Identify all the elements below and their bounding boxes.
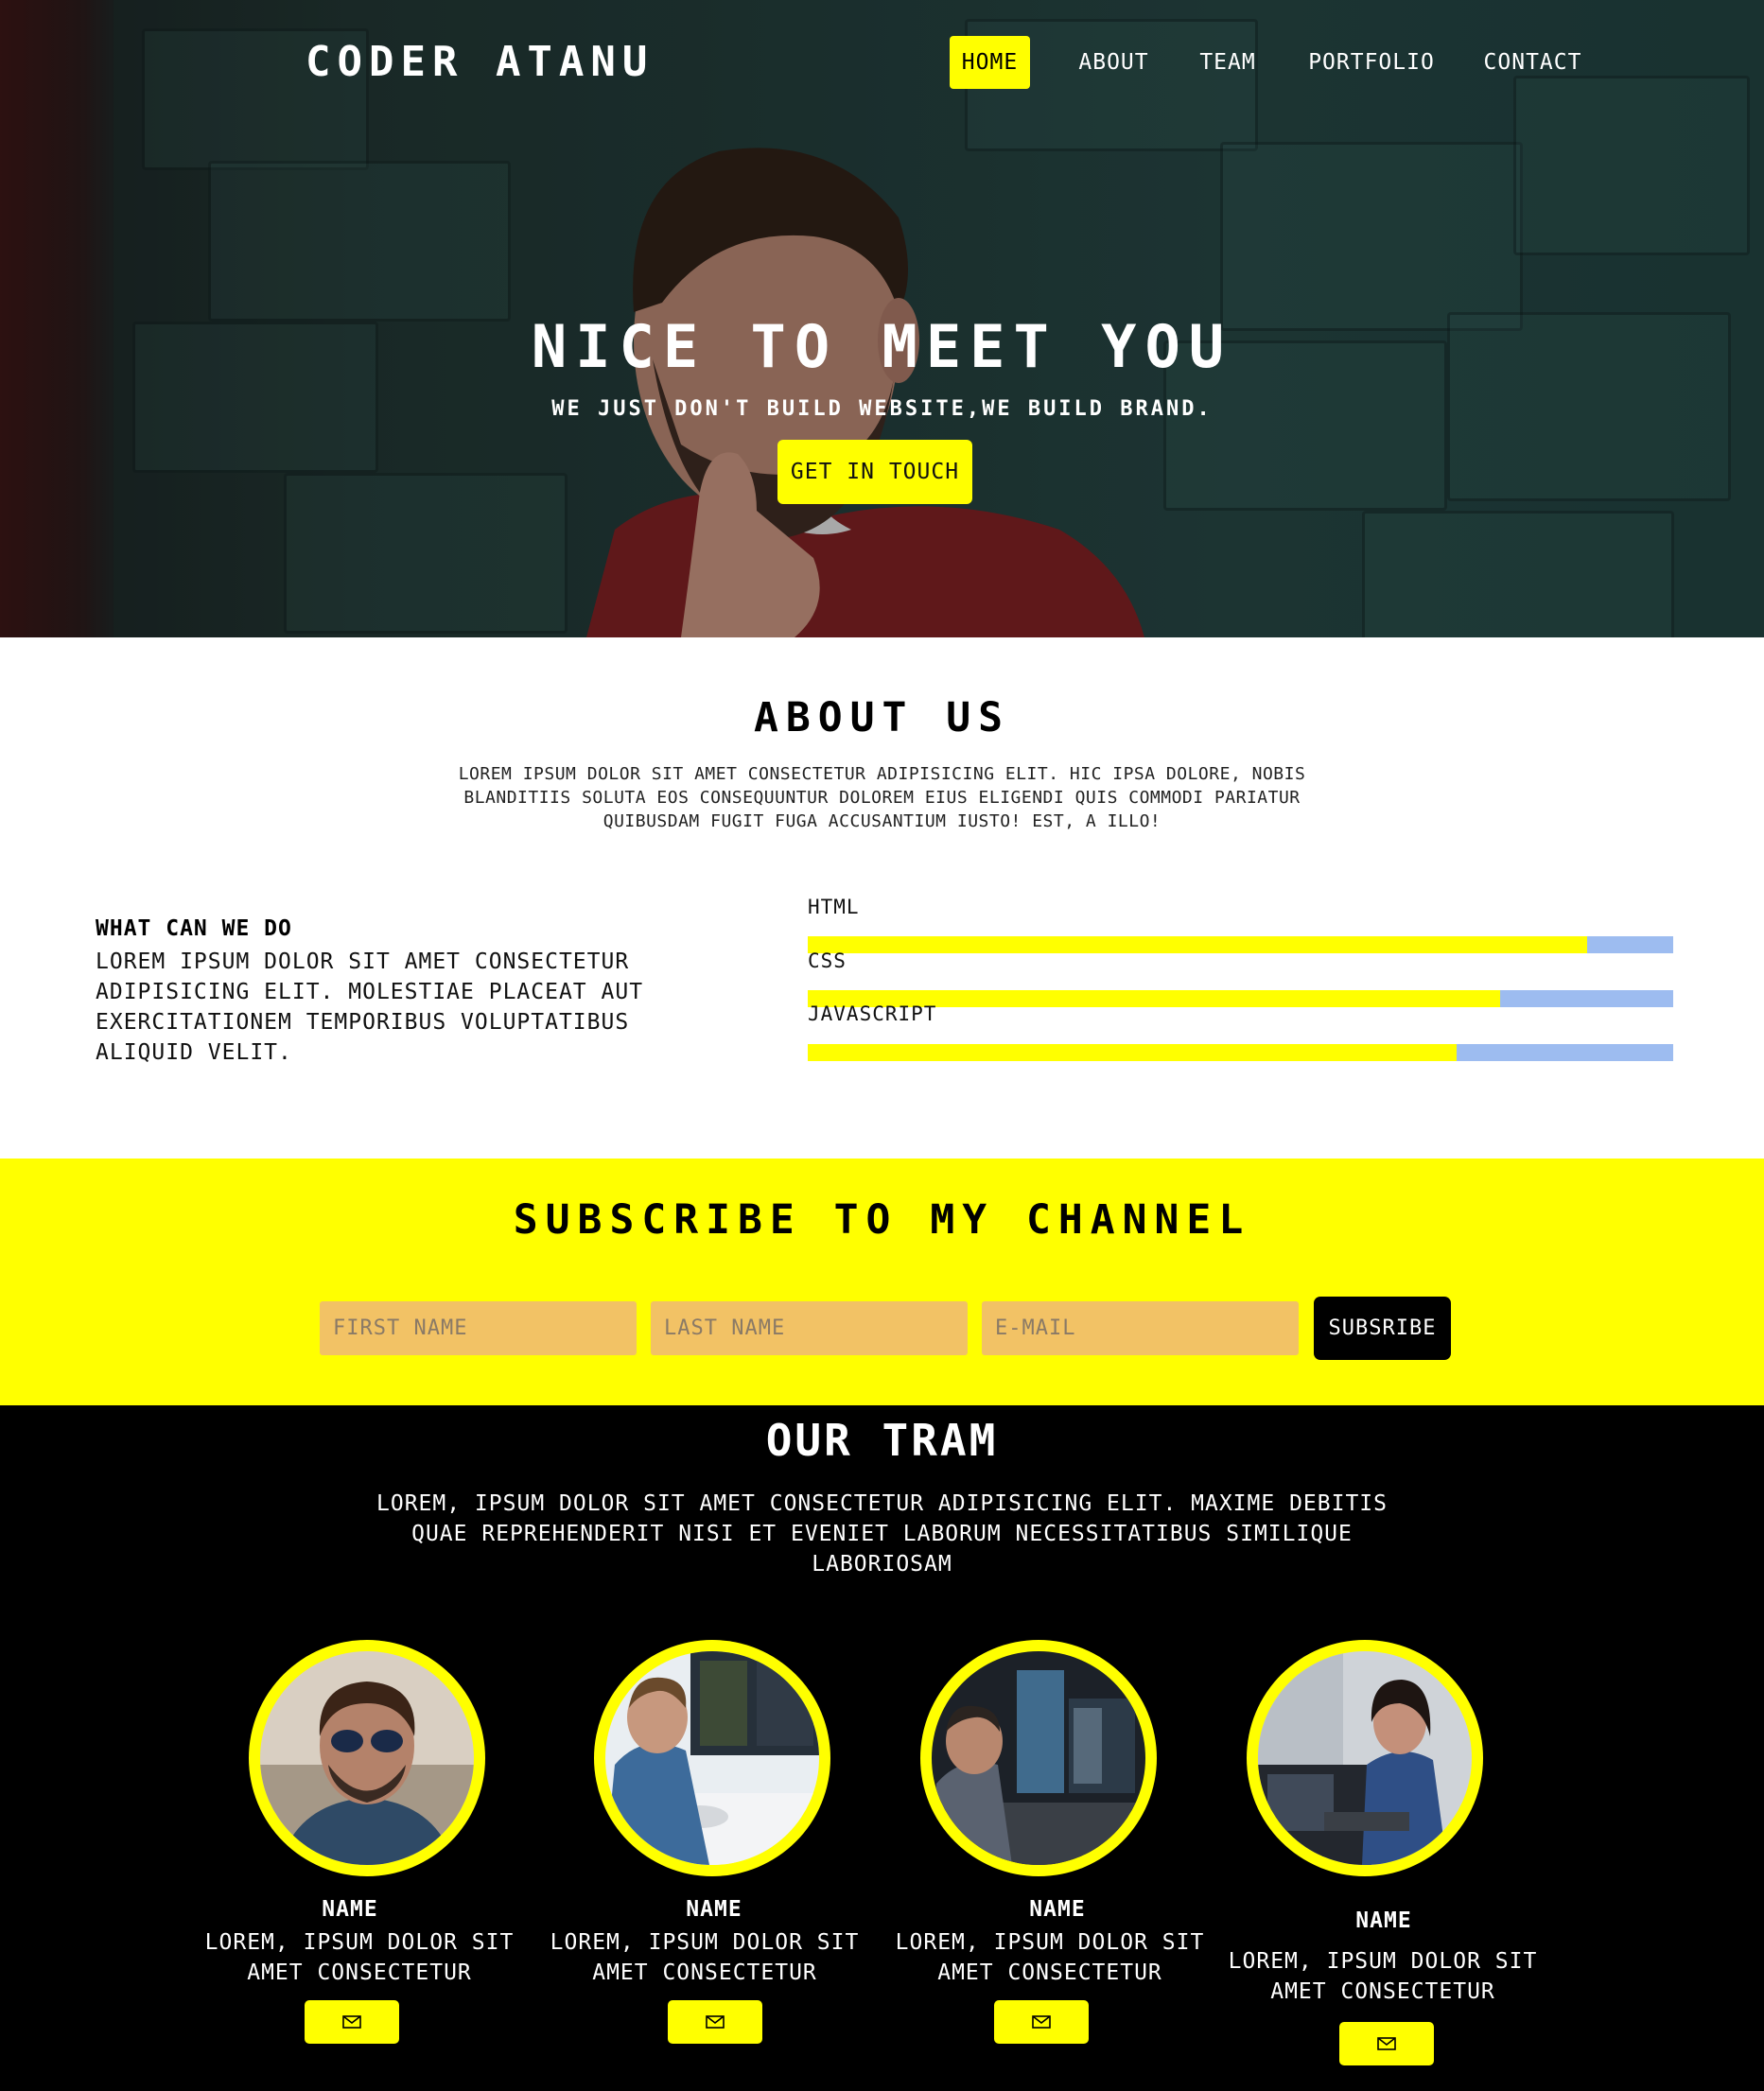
team-member-desc: LOREM, IPSUM DOLOR SIT AMET CONSECTETUR: [204, 1930, 515, 1985]
hero-title: NICE TO MEET YOU: [531, 312, 1233, 381]
nav-home[interactable]: HOME: [950, 36, 1030, 89]
team-member-avatar: [1247, 1640, 1483, 1876]
team-member-avatar: [249, 1640, 485, 1876]
team-member-avatar: [594, 1640, 830, 1876]
mail-icon: [342, 2015, 361, 2029]
about-title: ABOUT US: [753, 694, 1011, 741]
team-member-name: NAME: [1029, 1897, 1086, 1922]
team-member-name: NAME: [686, 1897, 742, 1922]
skill-bar-html: [808, 936, 1673, 953]
avatar: [932, 1651, 1145, 1865]
what-can-we-do-title: WHAT CAN WE DO: [96, 916, 292, 941]
team-title: OUR TRAM: [765, 1415, 999, 1466]
subscribe-title: SUBSCRIBE TO MY CHANNEL: [513, 1196, 1251, 1244]
team-member-desc: LOREM, IPSUM DOLOR SIT AMET CONSECTETUR: [550, 1930, 860, 1985]
hero-section: CODER ATANU HOME ABOUT TEAM PORTFOLIO CO…: [0, 0, 1764, 637]
nav-team[interactable]: TEAM: [1190, 36, 1266, 89]
team-member-desc: LOREM, IPSUM DOLOR SIT AMET CONSECTETUR: [1228, 1949, 1538, 2004]
email-input[interactable]: [982, 1301, 1299, 1355]
last-name-input[interactable]: [651, 1301, 968, 1355]
about-section: ABOUT US LOREM IPSUM DOLOR SIT AMET CONS…: [0, 637, 1764, 1159]
what-can-we-do-text: LOREM IPSUM DOLOR SIT AMET CONSECTETUR A…: [96, 950, 644, 1065]
team-member-name: NAME: [1355, 1908, 1412, 1933]
skill-label-html: HTML: [808, 896, 860, 918]
skill-label-css: CSS: [808, 950, 847, 972]
team-member-name: NAME: [322, 1897, 378, 1922]
skill-bar-css: [808, 990, 1673, 1007]
mail-icon: [1032, 2015, 1051, 2029]
avatar: [605, 1651, 819, 1865]
mail-button[interactable]: [668, 2000, 762, 2044]
skill-label-javascript: JAVASCRIPT: [808, 1002, 937, 1025]
first-name-input[interactable]: [320, 1301, 637, 1355]
avatar: [1258, 1651, 1472, 1865]
about-text: LOREM IPSUM DOLOR SIT AMET CONSECTETUR A…: [458, 764, 1306, 831]
skill-fill: [808, 936, 1587, 953]
mail-button[interactable]: [305, 2000, 399, 2044]
mail-button[interactable]: [994, 2000, 1089, 2044]
skill-bar-javascript: [808, 1044, 1673, 1061]
team-section: OUR TRAM LOREM, IPSUM DOLOR SIT AMET CON…: [0, 1405, 1764, 2091]
hero-subtitle: WE JUST DON'T BUILD WEBSITE,WE BUILD BRA…: [551, 397, 1213, 421]
nav-contact[interactable]: CONTACT: [1474, 36, 1592, 89]
nav-about[interactable]: ABOUT: [1069, 36, 1159, 89]
nav-portfolio[interactable]: PORTFOLIO: [1296, 36, 1447, 89]
subscribe-section: SUBSCRIBE TO MY CHANNEL SUBSRIBE: [0, 1159, 1764, 1405]
avatar: [260, 1651, 474, 1865]
mail-button[interactable]: [1339, 2022, 1434, 2065]
team-member-desc: LOREM, IPSUM DOLOR SIT AMET CONSECTETUR: [895, 1930, 1205, 1985]
mail-icon: [1377, 2037, 1396, 2050]
brand-logo[interactable]: CODER ATANU: [306, 38, 654, 86]
skill-fill: [808, 1044, 1458, 1061]
get-in-touch-button[interactable]: GET IN TOUCH: [777, 440, 972, 504]
team-text: LOREM, IPSUM DOLOR SIT AMET CONSECTETUR …: [376, 1491, 1388, 1577]
subscribe-button[interactable]: SUBSRIBE: [1314, 1297, 1451, 1360]
team-member-avatar: [920, 1640, 1157, 1876]
mail-icon: [706, 2015, 725, 2029]
